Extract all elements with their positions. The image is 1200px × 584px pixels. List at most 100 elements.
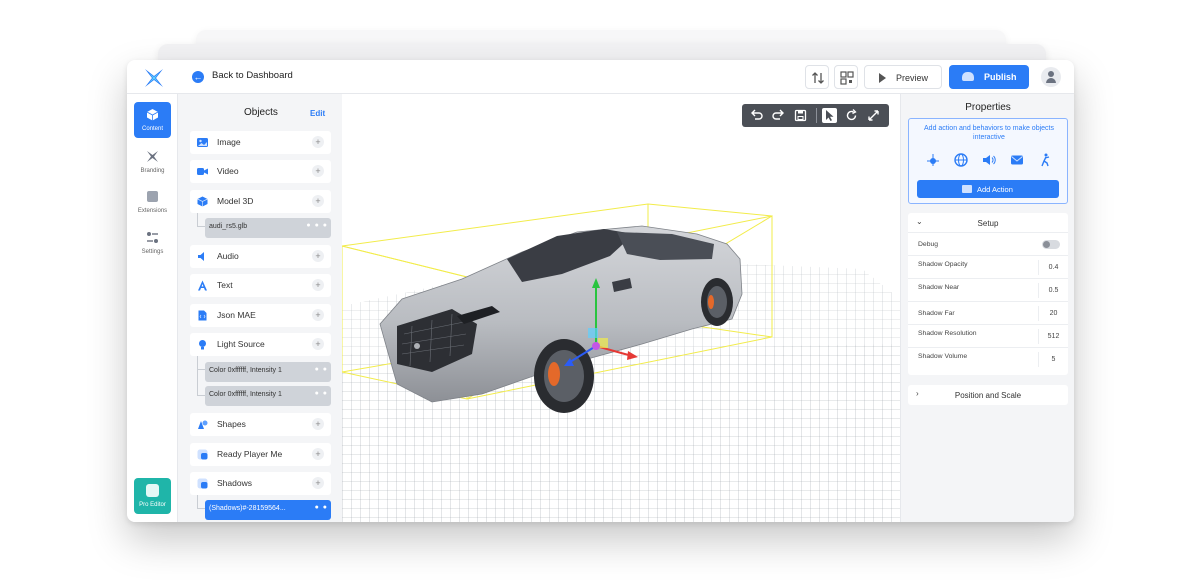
add-plus-icon[interactable]: +	[312, 136, 324, 148]
rotate-icon[interactable]	[844, 108, 859, 123]
property-value-input[interactable]: 5	[1038, 352, 1068, 367]
preview-label: Preview	[896, 73, 929, 83]
object-item-shadows[interactable]: Shadows +	[190, 472, 331, 495]
add-action-button[interactable]: Add Action	[917, 180, 1059, 198]
person-walking-icon[interactable]	[1038, 153, 1052, 167]
item-actions-icon[interactable]: ● ●	[315, 504, 328, 511]
add-plus-icon[interactable]: +	[312, 195, 324, 207]
app-logo-icon[interactable]	[143, 67, 165, 89]
save-icon[interactable]	[793, 108, 808, 123]
setup-header[interactable]: ⌄ Setup	[908, 213, 1068, 233]
avatar-icon	[197, 449, 208, 460]
tree-connector	[197, 370, 205, 396]
item-actions-icon[interactable]: ● ●	[315, 366, 328, 373]
property-value-input[interactable]: 20	[1038, 306, 1068, 321]
add-plus-icon[interactable]: +	[312, 309, 324, 321]
rail-label-extensions: Extensions	[137, 208, 168, 214]
child-item-shadows[interactable]: (Shadows)#-28159564... ● ●	[205, 500, 331, 520]
rail-label-content: Content	[141, 126, 163, 132]
objects-edit-link[interactable]: Edit	[310, 109, 325, 118]
pro-editor-icon	[146, 484, 159, 497]
globe-icon[interactable]	[954, 153, 968, 167]
object-item-image[interactable]: Image +	[190, 131, 331, 154]
cube-icon	[146, 109, 159, 121]
gyroscope-icon[interactable]	[926, 153, 940, 167]
code-file-icon	[198, 310, 207, 321]
sort-arrows-icon	[812, 72, 824, 84]
publish-button[interactable]: Publish	[949, 65, 1029, 89]
property-row-shadow-resolution: Shadow Resolution 512	[908, 325, 1068, 348]
left-rail: Content Branding Extensions Settings Pro…	[127, 94, 178, 522]
add-plus-icon[interactable]: +	[312, 165, 324, 177]
speaker-icon[interactable]	[982, 153, 996, 167]
item-actions-icon[interactable]: ● ● ●	[306, 222, 328, 229]
back-arrow-icon[interactable]: ←	[192, 71, 204, 83]
qr-code-icon	[840, 71, 854, 85]
property-label: Shadow Near	[918, 284, 960, 291]
scene-canvas[interactable]	[342, 94, 900, 522]
rail-item-settings[interactable]: Settings	[134, 225, 171, 261]
objects-panel: Objects Edit Image + Video + Model 3D + …	[178, 94, 342, 522]
object-item-shapes[interactable]: Shapes +	[190, 413, 331, 436]
text-icon	[198, 280, 207, 291]
child-label-light-2: Color 0xffffff, Intensity 1	[209, 391, 282, 398]
pro-editor-button[interactable]: Pro Editor	[134, 478, 171, 514]
user-avatar-icon[interactable]	[1041, 67, 1061, 87]
child-item-light-2[interactable]: Color 0xffffff, Intensity 1 ● ●	[205, 386, 331, 406]
property-value-input[interactable]: 512	[1038, 329, 1068, 344]
tree-connector	[197, 356, 205, 370]
preview-button[interactable]: Preview	[864, 65, 942, 89]
select-cursor-icon[interactable]	[822, 108, 837, 123]
add-plus-icon[interactable]: +	[312, 279, 324, 291]
shadow-icon	[197, 478, 208, 489]
object-label-video: Video	[217, 166, 239, 176]
object-item-audio[interactable]: Audio +	[190, 245, 331, 268]
position-and-scale-label: Position and Scale	[954, 391, 1022, 400]
object-label-audio: Audio	[217, 251, 239, 261]
item-actions-icon[interactable]: ● ●	[315, 390, 328, 397]
add-plus-icon[interactable]: +	[312, 250, 324, 262]
object-item-video[interactable]: Video +	[190, 160, 331, 183]
add-plus-icon[interactable]: +	[312, 338, 324, 350]
speaker-icon	[198, 252, 204, 261]
action-description: Add action and behaviors to make objects…	[924, 125, 1054, 141]
cube-icon	[197, 196, 208, 207]
rail-item-branding[interactable]: Branding	[134, 144, 171, 180]
add-plus-icon[interactable]: +	[312, 448, 324, 460]
position-and-scale-section[interactable]: › Position and Scale	[908, 385, 1068, 405]
undo-icon[interactable]	[749, 108, 764, 123]
object-label-text: Text	[217, 280, 233, 290]
rail-item-content[interactable]: Content	[134, 102, 171, 138]
property-value-input[interactable]: 0.5	[1038, 283, 1068, 298]
add-plus-icon[interactable]: +	[312, 477, 324, 489]
rail-item-extensions[interactable]: Extensions	[134, 184, 171, 220]
object-item-ready-player-me[interactable]: Ready Player Me +	[190, 443, 331, 466]
bulb-icon	[199, 340, 206, 350]
object-item-json-mae[interactable]: Json MAE +	[190, 304, 331, 327]
image-icon	[197, 138, 208, 147]
object-label-light-source: Light Source	[217, 339, 265, 349]
object-label-shapes: Shapes	[217, 419, 246, 429]
property-value-input[interactable]: 0.4	[1038, 260, 1068, 275]
child-item-model-file[interactable]: audi_rs5.glb ● ● ●	[205, 218, 331, 238]
property-label: Shadow Volume	[918, 353, 968, 360]
object-item-model-3d[interactable]: Model 3D +	[190, 190, 331, 213]
object-item-text[interactable]: Text +	[190, 274, 331, 297]
sort-button[interactable]	[805, 65, 829, 89]
debug-toggle[interactable]	[1042, 240, 1060, 249]
3d-viewport[interactable]	[342, 94, 900, 522]
redo-icon[interactable]	[771, 108, 786, 123]
publish-label: Publish	[984, 72, 1017, 82]
shapes-icon	[198, 420, 208, 429]
scale-icon[interactable]	[866, 108, 881, 123]
object-item-light-source[interactable]: Light Source +	[190, 333, 331, 356]
property-label: Shadow Opacity	[918, 261, 968, 268]
child-label-model-file: audi_rs5.glb	[209, 223, 248, 230]
add-plus-icon[interactable]: +	[312, 418, 324, 430]
mail-icon[interactable]	[1010, 153, 1024, 167]
toolbar-separator	[816, 108, 817, 123]
viewport-toolbar	[742, 104, 889, 127]
child-item-light-1[interactable]: Color 0xffffff, Intensity 1 ● ●	[205, 362, 331, 382]
qr-code-button[interactable]	[834, 65, 858, 89]
back-to-dashboard-link[interactable]: Back to Dashboard	[212, 70, 293, 81]
